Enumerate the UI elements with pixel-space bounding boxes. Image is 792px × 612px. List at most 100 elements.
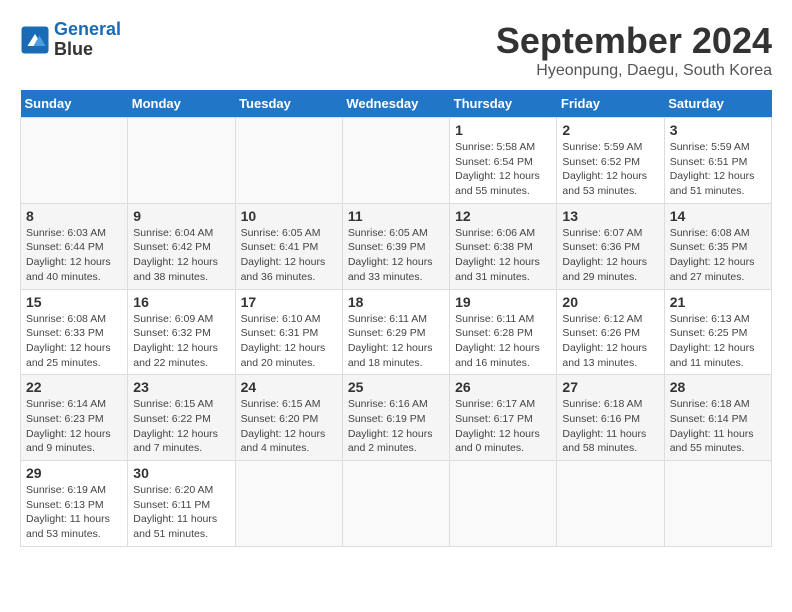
calendar-cell: 2 Sunrise: 5:59 AMSunset: 6:52 PMDaylight… [557, 118, 664, 204]
calendar-cell [450, 461, 557, 547]
day-number: 17 [241, 294, 337, 310]
day-info: Sunrise: 6:15 AMSunset: 6:20 PMDaylight:… [241, 397, 337, 456]
day-number: 8 [26, 208, 122, 224]
calendar-cell [21, 118, 128, 204]
day-info: Sunrise: 6:18 AMSunset: 6:14 PMDaylight:… [670, 397, 766, 456]
title-block: September 2024 Hyeonpung, Daegu, South K… [496, 20, 772, 80]
day-info: Sunrise: 6:08 AMSunset: 6:33 PMDaylight:… [26, 312, 122, 371]
day-number: 16 [133, 294, 229, 310]
calendar-cell [342, 461, 449, 547]
calendar-cell [342, 118, 449, 204]
day-info: Sunrise: 6:08 AMSunset: 6:35 PMDaylight:… [670, 226, 766, 285]
calendar-cell: 17 Sunrise: 6:10 AMSunset: 6:31 PMDayligh… [235, 289, 342, 375]
day-number: 18 [348, 294, 444, 310]
calendar-cell: 27 Sunrise: 6:18 AMSunset: 6:16 PMDayligh… [557, 375, 664, 461]
day-number: 12 [455, 208, 551, 224]
day-number: 15 [26, 294, 122, 310]
logo: General Blue [20, 20, 121, 60]
logo-text: General Blue [54, 20, 121, 60]
calendar-cell: 30Sunrise: 6:20 AMSunset: 6:11 PMDayligh… [128, 461, 235, 547]
day-number: 14 [670, 208, 766, 224]
day-info: Sunrise: 6:11 AMSunset: 6:29 PMDaylight:… [348, 312, 444, 371]
calendar-cell: 29 Sunrise: 6:19 AMSunset: 6:13 PMDayligh… [21, 461, 128, 547]
week-row-2: 8 Sunrise: 6:03 AMSunset: 6:44 PMDaylight… [21, 203, 772, 289]
column-header-tuesday: Tuesday [235, 90, 342, 118]
calendar-cell [128, 118, 235, 204]
day-info: Sunrise: 6:04 AMSunset: 6:42 PMDaylight:… [133, 226, 229, 285]
day-number: 1 [455, 122, 551, 138]
calendar-cell: 8 Sunrise: 6:03 AMSunset: 6:44 PMDaylight… [21, 203, 128, 289]
day-number: 25 [348, 379, 444, 395]
day-info: Sunrise: 6:14 AMSunset: 6:23 PMDaylight:… [26, 397, 122, 456]
calendar-cell: 10 Sunrise: 6:05 AMSunset: 6:41 PMDayligh… [235, 203, 342, 289]
column-header-monday: Monday [128, 90, 235, 118]
day-number: 21 [670, 294, 766, 310]
day-number: 26 [455, 379, 551, 395]
day-number: 10 [241, 208, 337, 224]
day-info: Sunrise: 6:17 AMSunset: 6:17 PMDaylight:… [455, 397, 551, 456]
day-info: Sunrise: 5:59 AMSunset: 6:51 PMDaylight:… [670, 140, 766, 199]
calendar-cell: 24 Sunrise: 6:15 AMSunset: 6:20 PMDayligh… [235, 375, 342, 461]
day-number: 19 [455, 294, 551, 310]
calendar-table: SundayMondayTuesdayWednesdayThursdayFrid… [20, 90, 772, 547]
day-info: Sunrise: 6:05 AMSunset: 6:39 PMDaylight:… [348, 226, 444, 285]
day-info: Sunrise: 6:19 AMSunset: 6:13 PMDaylight:… [26, 483, 122, 542]
day-info: Sunrise: 6:12 AMSunset: 6:26 PMDaylight:… [562, 312, 658, 371]
day-info: Sunrise: 6:05 AMSunset: 6:41 PMDaylight:… [241, 226, 337, 285]
page-header: General Blue September 2024 Hyeonpung, D… [20, 20, 772, 80]
calendar-cell [235, 461, 342, 547]
day-number: 13 [562, 208, 658, 224]
column-header-thursday: Thursday [450, 90, 557, 118]
calendar-cell: 25 Sunrise: 6:16 AMSunset: 6:19 PMDayligh… [342, 375, 449, 461]
day-info: Sunrise: 6:15 AMSunset: 6:22 PMDaylight:… [133, 397, 229, 456]
calendar-cell: 1Sunrise: 5:58 AMSunset: 6:54 PMDaylight… [450, 118, 557, 204]
column-header-sunday: Sunday [21, 90, 128, 118]
week-row-5: 29 Sunrise: 6:19 AMSunset: 6:13 PMDayligh… [21, 461, 772, 547]
day-info: Sunrise: 6:10 AMSunset: 6:31 PMDaylight:… [241, 312, 337, 371]
day-info: Sunrise: 5:59 AMSunset: 6:52 PMDaylight:… [562, 140, 658, 199]
week-row-3: 15 Sunrise: 6:08 AMSunset: 6:33 PMDayligh… [21, 289, 772, 375]
calendar-cell: 19Sunrise: 6:11 AMSunset: 6:28 PMDayligh… [450, 289, 557, 375]
day-number: 24 [241, 379, 337, 395]
calendar-cell: 23 Sunrise: 6:15 AMSunset: 6:22 PMDayligh… [128, 375, 235, 461]
day-number: 23 [133, 379, 229, 395]
calendar-header-row: SundayMondayTuesdayWednesdayThursdayFrid… [21, 90, 772, 118]
day-number: 30 [133, 465, 229, 481]
day-info: Sunrise: 6:07 AMSunset: 6:36 PMDaylight:… [562, 226, 658, 285]
calendar-cell: 9 Sunrise: 6:04 AMSunset: 6:42 PMDaylight… [128, 203, 235, 289]
day-info: Sunrise: 6:16 AMSunset: 6:19 PMDaylight:… [348, 397, 444, 456]
calendar-cell [557, 461, 664, 547]
day-info: Sunrise: 6:03 AMSunset: 6:44 PMDaylight:… [26, 226, 122, 285]
day-number: 2 [562, 122, 658, 138]
day-number: 22 [26, 379, 122, 395]
calendar-cell: 22 Sunrise: 6:14 AMSunset: 6:23 PMDayligh… [21, 375, 128, 461]
calendar-cell [235, 118, 342, 204]
week-row-4: 22 Sunrise: 6:14 AMSunset: 6:23 PMDayligh… [21, 375, 772, 461]
week-row-1: 1Sunrise: 5:58 AMSunset: 6:54 PMDaylight… [21, 118, 772, 204]
calendar-cell: 18 Sunrise: 6:11 AMSunset: 6:29 PMDayligh… [342, 289, 449, 375]
day-number: 27 [562, 379, 658, 395]
calendar-cell: 12Sunrise: 6:06 AMSunset: 6:38 PMDayligh… [450, 203, 557, 289]
column-header-wednesday: Wednesday [342, 90, 449, 118]
location-subtitle: Hyeonpung, Daegu, South Korea [496, 62, 772, 80]
day-number: 28 [670, 379, 766, 395]
calendar-cell: 28 Sunrise: 6:18 AMSunset: 6:14 PMDayligh… [664, 375, 771, 461]
day-info: Sunrise: 6:13 AMSunset: 6:25 PMDaylight:… [670, 312, 766, 371]
day-number: 29 [26, 465, 122, 481]
calendar-cell: 21 Sunrise: 6:13 AMSunset: 6:25 PMDayligh… [664, 289, 771, 375]
day-number: 3 [670, 122, 766, 138]
logo-icon [20, 25, 50, 55]
month-title: September 2024 [496, 20, 772, 62]
calendar-body: 1Sunrise: 5:58 AMSunset: 6:54 PMDaylight… [21, 118, 772, 547]
day-number: 9 [133, 208, 229, 224]
calendar-cell: 3 Sunrise: 5:59 AMSunset: 6:51 PMDaylight… [664, 118, 771, 204]
day-number: 20 [562, 294, 658, 310]
calendar-cell: 26 Sunrise: 6:17 AMSunset: 6:17 PMDayligh… [450, 375, 557, 461]
day-info: Sunrise: 6:09 AMSunset: 6:32 PMDaylight:… [133, 312, 229, 371]
calendar-cell: 20 Sunrise: 6:12 AMSunset: 6:26 PMDayligh… [557, 289, 664, 375]
day-number: 11 [348, 208, 444, 224]
calendar-cell [664, 461, 771, 547]
calendar-cell: 14 Sunrise: 6:08 AMSunset: 6:35 PMDayligh… [664, 203, 771, 289]
day-info: Sunrise: 6:18 AMSunset: 6:16 PMDaylight:… [562, 397, 658, 456]
column-header-saturday: Saturday [664, 90, 771, 118]
